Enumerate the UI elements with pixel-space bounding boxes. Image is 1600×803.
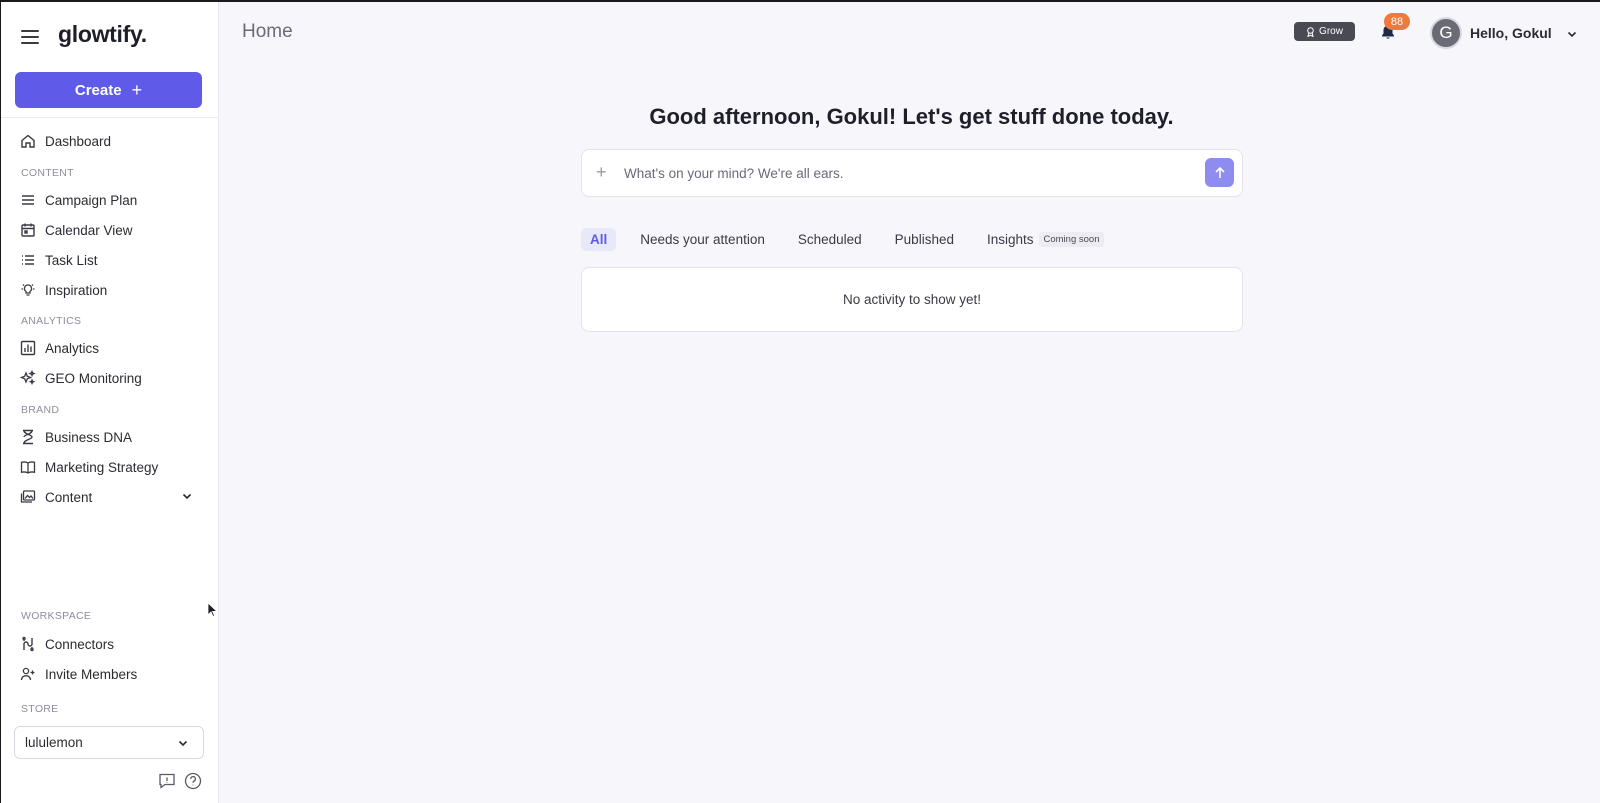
section-label-store: STORE: [21, 703, 59, 715]
avatar[interactable]: G: [1430, 17, 1462, 49]
sidebar-item-label: Connectors: [45, 636, 115, 652]
plan-badge[interactable]: Grow: [1294, 22, 1355, 41]
sidebar-item-label: Dashboard: [45, 133, 112, 149]
create-button[interactable]: Create +: [15, 72, 202, 108]
images-icon: [19, 489, 36, 506]
activity-tabs: All Needs your attention Scheduled Publi…: [581, 226, 1128, 252]
sidebar-item-content[interactable]: Content: [13, 483, 207, 511]
sidebar-item-connectors[interactable]: Connectors: [13, 630, 207, 658]
sidebar-item-label: Task List: [45, 252, 98, 268]
logo: glowtify.: [58, 21, 147, 47]
section-label-workspace: WORKSPACE: [21, 610, 92, 622]
sidebar-item-dashboard[interactable]: Dashboard: [13, 127, 207, 155]
sidebar-footer: [158, 772, 202, 790]
brand-row: glowtify.: [1, 2, 219, 70]
home-icon: [19, 133, 36, 150]
award-icon: [1307, 26, 1314, 37]
sidebar-item-inspiration[interactable]: Inspiration: [13, 276, 207, 304]
sidebar: glowtify. Create + Dashboard CONTENT Cam…: [1, 2, 219, 803]
lightbulb-icon: [19, 282, 36, 299]
sidebar-item-task-list[interactable]: Task List: [13, 246, 207, 274]
plus-icon[interactable]: +: [596, 162, 607, 183]
app-window: glowtify. Create + Dashboard CONTENT Cam…: [1, 2, 1600, 803]
tab-insights-label: Insights: [986, 231, 1034, 247]
chevron-down-icon[interactable]: [1566, 28, 1578, 40]
arrow-up-icon: [1214, 166, 1225, 178]
sparkles-icon: [19, 370, 36, 387]
activity-empty-state: No activity to show yet!: [581, 267, 1243, 332]
sidebar-item-geo-monitoring[interactable]: GEO Monitoring: [13, 364, 207, 392]
store-select-value: lululemon: [25, 735, 83, 750]
menu-icon[interactable]: [21, 30, 39, 44]
feedback-icon[interactable]: [158, 772, 176, 790]
sidebar-divider: [1, 117, 219, 118]
help-icon[interactable]: [184, 772, 202, 790]
tab-needs-your-attention[interactable]: Needs your attention: [631, 228, 774, 251]
sidebar-item-label: Calendar View: [45, 222, 133, 238]
section-label-content: CONTENT: [21, 167, 74, 179]
rows-icon: [19, 192, 36, 209]
tab-published[interactable]: Published: [886, 228, 963, 251]
calendar-icon: [19, 222, 36, 239]
sidebar-item-label: Analytics: [45, 340, 100, 356]
prompt-input[interactable]: [624, 160, 1184, 187]
chevron-down-icon: [178, 740, 188, 747]
list-icon: [19, 252, 36, 269]
prompt-box: +: [581, 149, 1243, 197]
mouse-cursor-icon: [207, 602, 219, 618]
sidebar-item-label: Marketing Strategy: [45, 459, 159, 475]
greeting-headline: Good afternoon, Gokul! Let's get stuff d…: [649, 104, 1174, 129]
tab-all[interactable]: All: [581, 227, 617, 251]
user-greeting[interactable]: Hello, Gokul: [1470, 25, 1552, 41]
coming-soon-badge: Coming soon: [1038, 231, 1105, 247]
section-label-analytics: ANALYTICS: [21, 315, 82, 327]
sidebar-item-invite-members[interactable]: Invite Members: [13, 660, 207, 688]
send-button[interactable]: [1205, 158, 1234, 187]
store-select[interactable]: lululemon: [14, 726, 204, 759]
tab-scheduled[interactable]: Scheduled: [789, 228, 871, 251]
sidebar-item-label: Content: [45, 489, 93, 505]
sidebar-item-label: Business DNA: [45, 429, 133, 445]
notification-count-badge: 88: [1384, 13, 1410, 30]
main-content: Home Grow 88 G Hello, Gokul Good afterno…: [220, 2, 1600, 803]
user-plus-icon: [19, 666, 36, 683]
create-button-label: Create: [74, 81, 122, 99]
connector-icon: [19, 636, 36, 653]
sidebar-item-business-dna[interactable]: Business DNA: [13, 423, 207, 451]
sidebar-item-marketing-strategy[interactable]: Marketing Strategy: [13, 453, 207, 481]
sidebar-item-label: Invite Members: [45, 666, 138, 682]
book-icon: [19, 459, 36, 476]
sidebar-item-label: GEO Monitoring: [45, 370, 142, 386]
page-title: Home: [242, 21, 293, 42]
plan-badge-label: Grow: [1319, 26, 1343, 37]
chevron-down-icon[interactable]: [181, 490, 193, 502]
sidebar-item-label: Campaign Plan: [45, 192, 138, 208]
sidebar-item-calendar-view[interactable]: Calendar View: [13, 216, 207, 244]
sidebar-item-campaign-plan[interactable]: Campaign Plan: [13, 186, 207, 214]
tab-insights[interactable]: Insights Coming soon: [978, 228, 1114, 251]
section-label-brand: BRAND: [21, 404, 60, 416]
bar-chart-icon: [19, 340, 36, 357]
sidebar-item-label: Inspiration: [45, 282, 108, 298]
plus-icon: +: [131, 80, 143, 100]
sidebar-item-analytics[interactable]: Analytics: [13, 334, 207, 362]
hourglass-icon: [19, 429, 36, 446]
empty-state-text: No activity to show yet!: [842, 292, 982, 307]
